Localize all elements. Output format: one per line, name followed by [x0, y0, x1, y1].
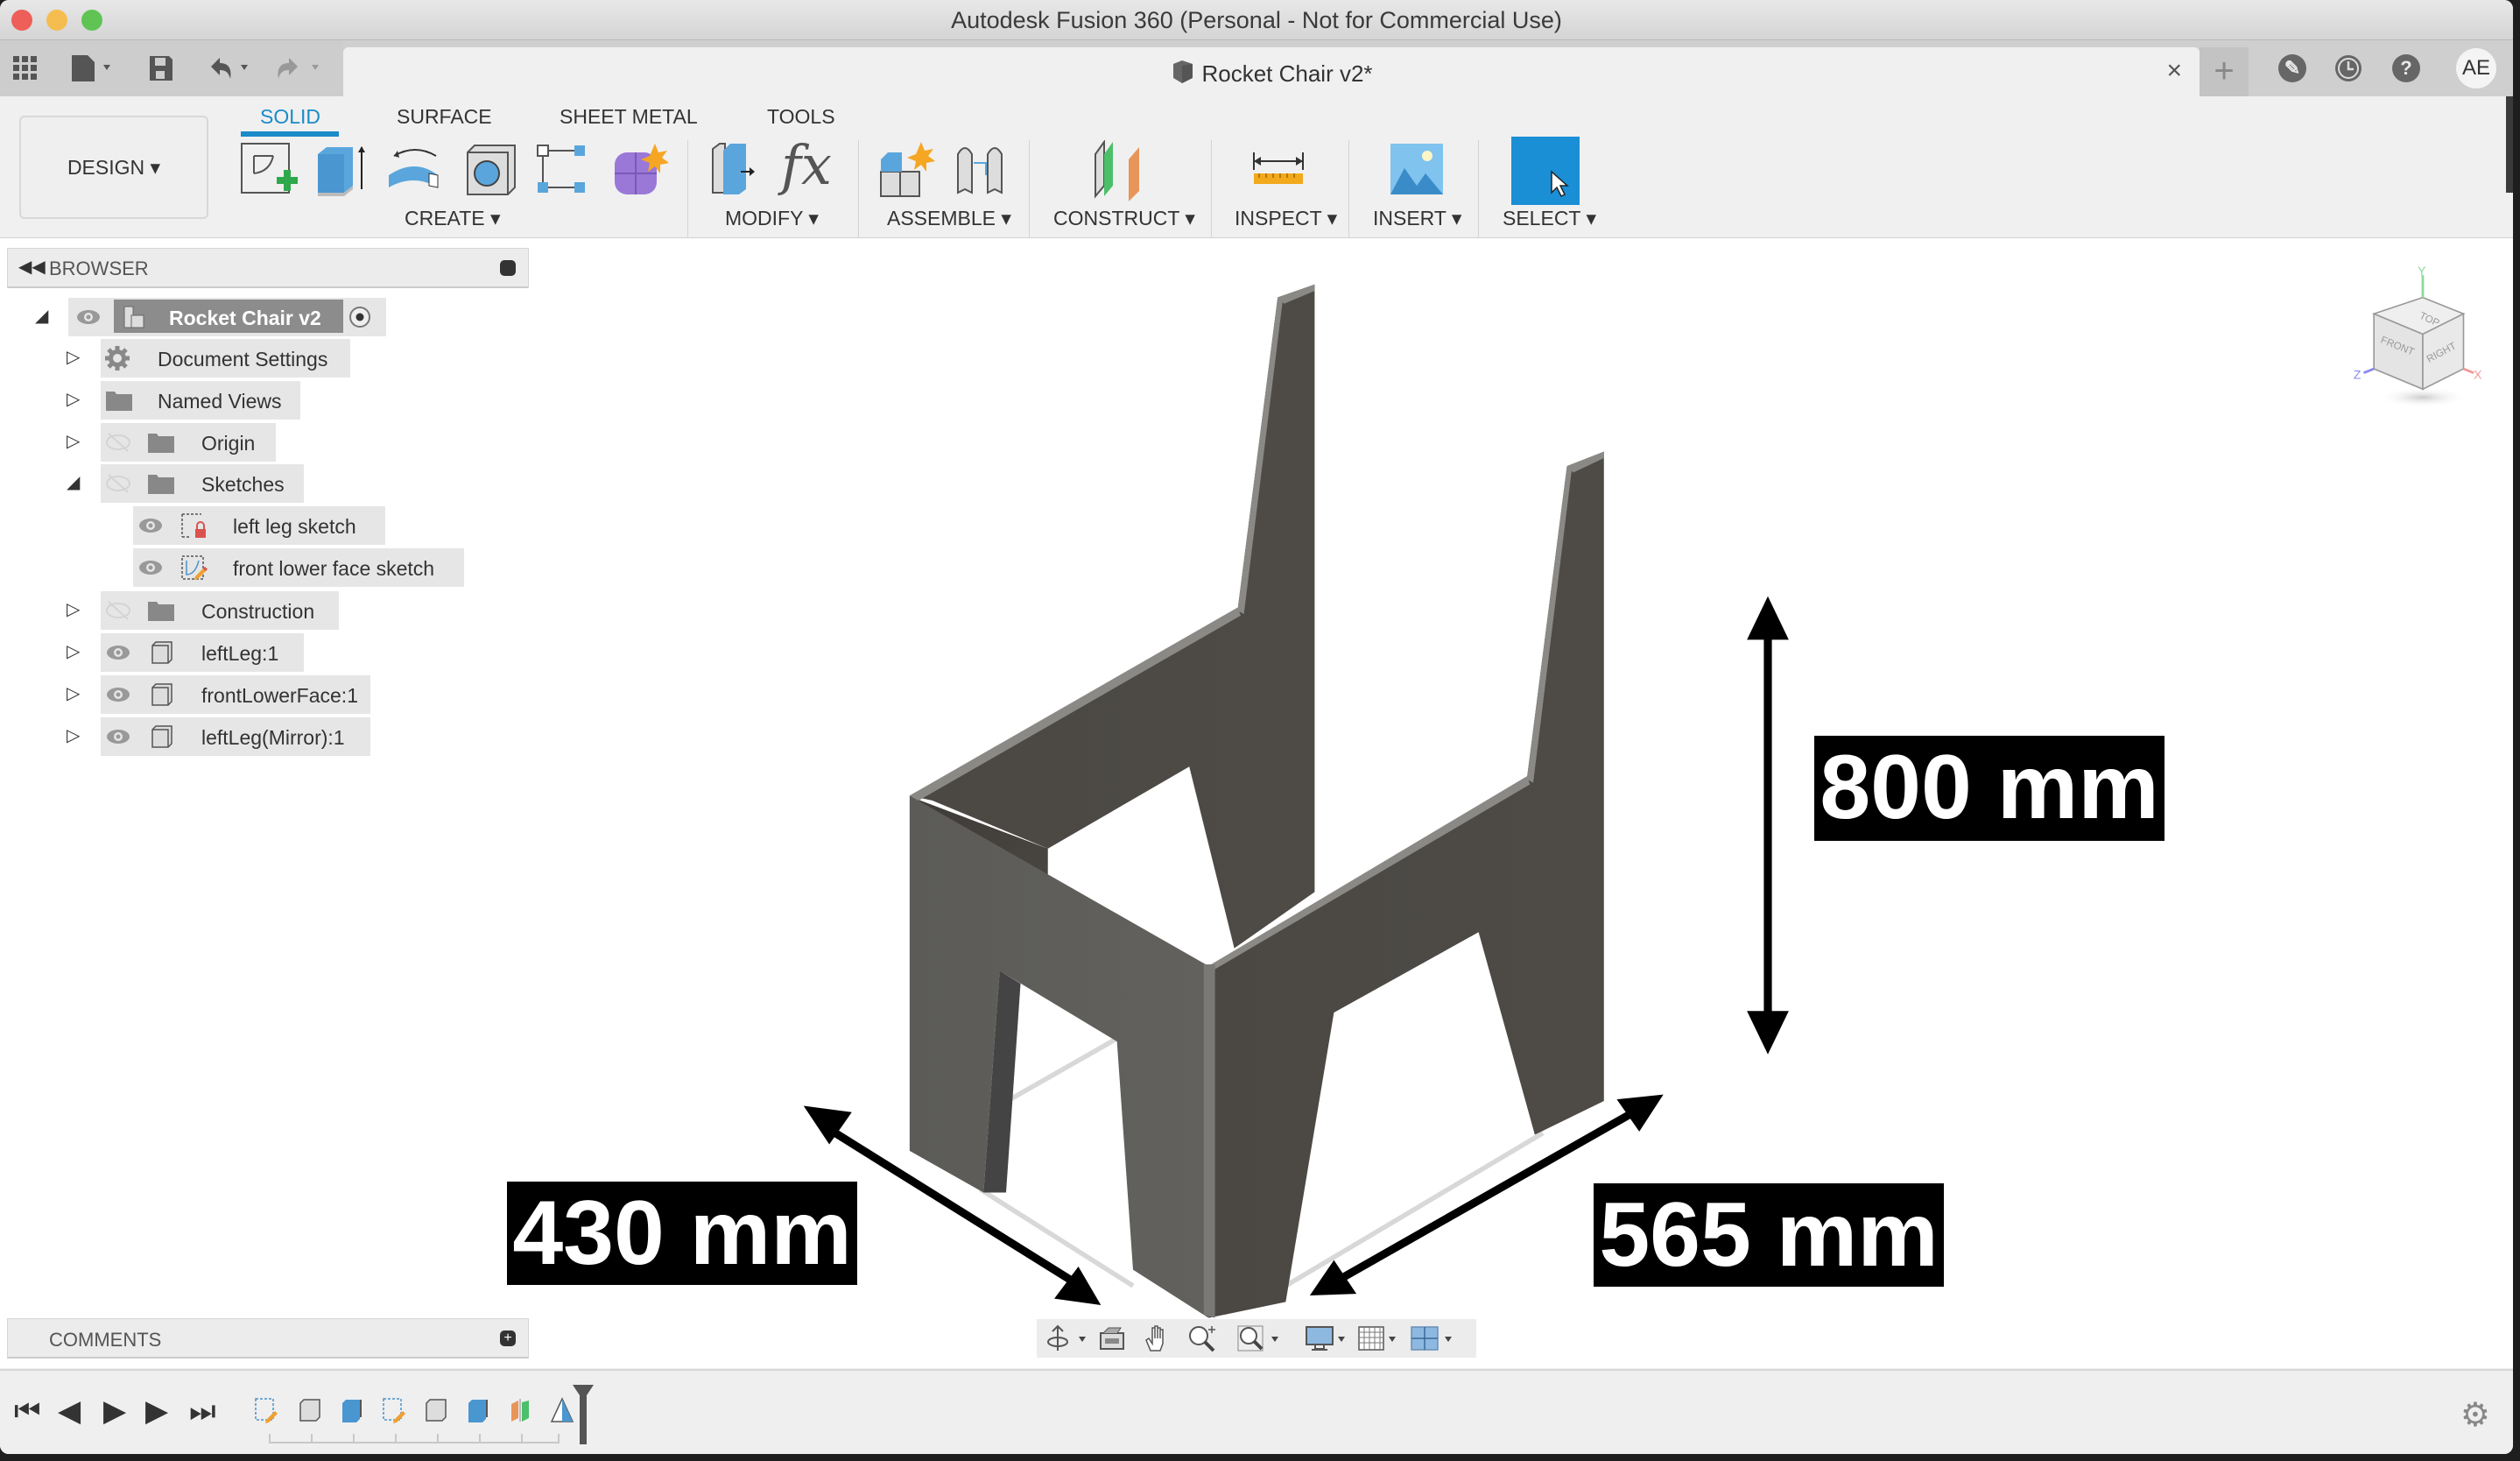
- height-dimension-label: 800 mm: [1814, 736, 2165, 841]
- x-axis: [2462, 367, 2474, 374]
- timeline-track: [269, 1434, 560, 1443]
- timeline-first-button[interactable]: ⏮: [14, 1394, 41, 1429]
- timeline-last-button[interactable]: ⏭: [189, 1394, 216, 1429]
- fusion-window: Autodesk Fusion 360 (Personal - Not for …: [0, 0, 2513, 1454]
- timeline-marker[interactable]: [571, 1383, 595, 1444]
- timeline-play-button[interactable]: ▶: [103, 1394, 126, 1429]
- depth-dimension-label: 430 mm: [507, 1182, 857, 1285]
- timeline-body-feature[interactable]: [298, 1397, 322, 1423]
- timeline: ⏮ ◀ ▶ ▶ ⏭ ⚙: [0, 1369, 2513, 1454]
- timeline-sketch-feature[interactable]: [254, 1397, 278, 1423]
- timeline-mirror-feature[interactable]: [508, 1397, 532, 1423]
- orbit-icon[interactable]: [1045, 1324, 1091, 1352]
- timeline-settings-gear-icon[interactable]: ⚙: [2460, 1395, 2490, 1435]
- view-cube-shadow: [2377, 386, 2468, 408]
- fit-to-view-icon[interactable]: [1236, 1324, 1285, 1352]
- display-settings-icon[interactable]: [1305, 1324, 1354, 1352]
- timeline-previous-button[interactable]: ◀: [58, 1394, 81, 1429]
- window-scrollbar[interactable]: [2506, 96, 2513, 193]
- zoom-icon[interactable]: [1187, 1324, 1219, 1352]
- width-dimension-label: 565 mm: [1594, 1183, 1944, 1287]
- timeline-extrude-feature[interactable]: [340, 1397, 364, 1423]
- pan-hand-icon[interactable]: [1144, 1324, 1173, 1352]
- navigation-bar: [1037, 1319, 1476, 1358]
- x-axis-label: X: [2474, 368, 2481, 382]
- timeline-next-button[interactable]: ▶: [145, 1394, 168, 1429]
- timeline-sketch-feature[interactable]: [382, 1397, 406, 1423]
- front-corner-edge: [1203, 963, 1215, 1318]
- z-axis-label: Z: [2354, 368, 2362, 382]
- look-at-icon[interactable]: [1098, 1324, 1126, 1352]
- y-axis-label: Y: [2418, 264, 2425, 278]
- timeline-body-feature[interactable]: [424, 1397, 448, 1423]
- z-axis: [2363, 367, 2375, 374]
- timeline-extrude-feature[interactable]: [466, 1397, 490, 1423]
- grid-snaps-icon[interactable]: [1357, 1324, 1406, 1352]
- chair-model[interactable]: [0, 0, 2513, 1454]
- view-cube[interactable]: TOP FRONT RIGHT Y Z X: [2329, 250, 2504, 425]
- viewports-icon[interactable]: [1410, 1324, 1459, 1352]
- dimension-arrow-height: [1747, 596, 1789, 1055]
